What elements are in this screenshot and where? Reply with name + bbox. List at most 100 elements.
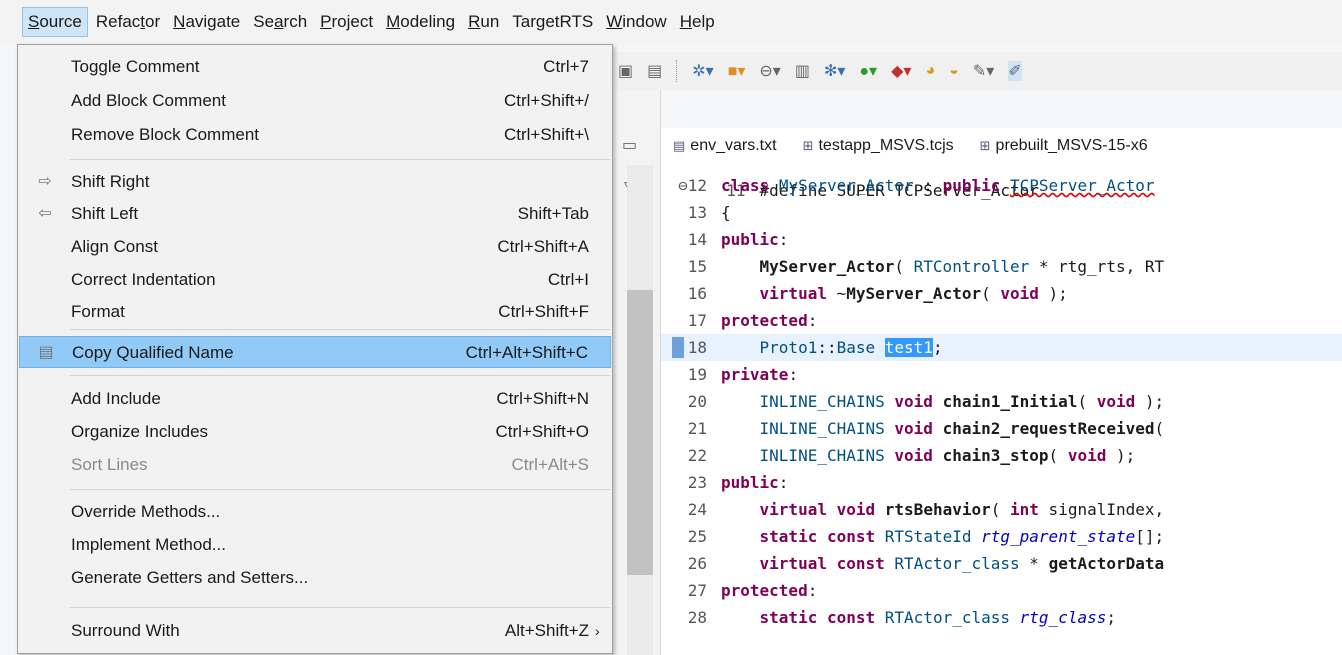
editor-tab[interactable]: ▤ env_vars.txt <box>661 137 791 155</box>
menu-item-label: Align Const <box>71 237 158 256</box>
menu-item-label: Remove Block Comment <box>71 125 260 144</box>
menu-item-generate-getters-and-setters[interactable]: Generate Getters and Setters... <box>19 562 611 594</box>
menu-item-shift-left[interactable]: ⇦ Shift Left Shift+Tab <box>19 198 611 230</box>
tcjs-file-icon: ⊞ <box>979 138 991 153</box>
code-text: MyServer_Actor( RTController * rtg_rts, … <box>759 257 1165 276</box>
editor-tab[interactable]: ⊞ prebuilt_MSVS-15-x6 <box>968 137 1162 155</box>
code-text: static const RTActor_class rtg_class; <box>759 608 1116 627</box>
code-line[interactable]: 22 INLINE_CHAINS void chain3_stop( void … <box>661 442 1342 469</box>
highlight-icon[interactable]: ✐ <box>1008 61 1022 81</box>
code-text: virtual const RTActor_class * getActorDa… <box>759 554 1165 573</box>
code-text: INLINE_CHAINS void chain1_Initial( void … <box>759 392 1165 411</box>
code-line[interactable]: 27 protected: <box>661 577 1342 604</box>
menu-item-label: Implement Method... <box>71 535 226 554</box>
menu-item-implement-method[interactable]: Implement Method... <box>19 529 611 561</box>
menubar-item-source[interactable]: Source <box>22 7 88 37</box>
line-number: 24 <box>687 500 707 519</box>
code-text: INLINE_CHAINS void chain3_stop( void ); <box>759 446 1136 465</box>
document-icon[interactable]: ▥ <box>795 61 810 81</box>
code-line[interactable]: 28 static const RTActor_class rtg_class; <box>661 604 1342 631</box>
code-line[interactable]: 20 INLINE_CHAINS void chain1_Initial( vo… <box>661 388 1342 415</box>
debug-icon[interactable]: ✲▾ <box>692 61 713 81</box>
line-number: 27 <box>687 581 707 600</box>
menu-item-shortcut <box>359 562 611 594</box>
code-line[interactable]: ⊖12 class MyServer_Actor : public TCPServ… <box>661 172 1342 199</box>
external-tools-icon[interactable]: ◆▾ <box>891 61 911 81</box>
menu-item-shortcut: Ctrl+Shift+/ <box>503 91 589 110</box>
menu-item-shortcut: Ctrl+I <box>547 270 589 289</box>
menu-item-shift-right[interactable]: ⇨ Shift Right <box>19 166 611 198</box>
build-icon[interactable]: ■▾ <box>728 61 746 81</box>
menu-item-toggle-comment[interactable]: Toggle Comment Ctrl+7 <box>19 51 611 83</box>
code-editor[interactable]: 11 #define SUPER TCPServer_Actor ⊖12 class… <box>661 164 1342 655</box>
code-line[interactable]: 26 virtual const RTActor_class * getActo… <box>661 550 1342 577</box>
menubar-item-help[interactable]: Help <box>675 7 720 37</box>
menu-item-organize-includes[interactable]: Organize Includes Ctrl+Shift+O <box>19 416 611 448</box>
code-text: class MyServer_Actor : public TCPServer_… <box>721 176 1155 195</box>
code-text: protected: <box>721 311 818 330</box>
code-line[interactable]: 14 public: <box>661 226 1342 253</box>
menu-item-format[interactable]: Format Ctrl+Shift+F <box>19 296 611 328</box>
menu-separator <box>70 375 610 376</box>
code-line[interactable]: 18 Proto1::Base test1; <box>661 334 1342 361</box>
menu-item-label: Add Include <box>71 389 161 408</box>
menubar-item-project[interactable]: Project <box>315 7 378 37</box>
menu-item-surround-with[interactable]: Surround With Alt+Shift+Z › <box>19 615 611 647</box>
code-text: static const RTStateId rtg_parent_state[… <box>759 527 1165 546</box>
menubar-item-window[interactable]: Window <box>601 7 671 37</box>
save-icon[interactable]: ▤ <box>647 61 662 81</box>
menu-item-shortcut: Ctrl+Alt+S <box>511 455 589 474</box>
menu-separator <box>70 607 610 608</box>
code-line[interactable]: 21 INLINE_CHAINS void chain2_requestRece… <box>661 415 1342 442</box>
menu-item-align-const[interactable]: Align Const Ctrl+Shift+A <box>19 231 611 263</box>
line-number: 19 <box>687 365 707 384</box>
scrollbar-thumb[interactable] <box>627 290 653 575</box>
editor-tab-label: env_vars.txt <box>690 137 777 154</box>
menu-item-label: Generate Getters and Setters... <box>71 568 309 587</box>
main-toolbar: ▣ ▤ ✲▾ ■▾ ⊖▾ ▥ ✻▾ ●▾ ◆▾ ◕ ◒ ✎▾ ✐ <box>612 52 1342 90</box>
menu-item-shortcut <box>359 496 611 528</box>
editor-tab[interactable]: ⊞ testapp_MSVS.tcjs <box>791 137 968 155</box>
menu-item-add-include[interactable]: Add Include Ctrl+Shift+N <box>19 383 611 415</box>
code-line[interactable]: 23 public: <box>661 469 1342 496</box>
code-line[interactable]: 24 virtual void rtsBehavior( int signalI… <box>661 496 1342 523</box>
menu-item-label: Toggle Comment <box>71 57 200 76</box>
paste-icon[interactable]: ▣ <box>618 61 633 81</box>
menu-item-shortcut <box>359 166 611 198</box>
menubar-item-run[interactable]: Run <box>463 7 504 37</box>
line-number: 23 <box>687 473 707 492</box>
minimize-icon[interactable]: ▭ <box>622 135 637 155</box>
code-line[interactable]: 19 private: <box>661 361 1342 388</box>
code-line[interactable]: 13 { <box>661 199 1342 226</box>
menubar-item-modeling[interactable]: Modeling <box>381 7 460 37</box>
menubar-item-targetrts[interactable]: TargetRTS <box>507 7 598 37</box>
code-line[interactable]: 25 static const RTStateId rtg_parent_sta… <box>661 523 1342 550</box>
menu-item-sort-lines[interactable]: Sort Lines Ctrl+Alt+S <box>19 449 611 481</box>
line-number: 17 <box>687 311 707 330</box>
pen-icon[interactable]: ✎▾ <box>973 61 994 81</box>
line-number: ⊖12 <box>678 176 707 195</box>
menubar-item-navigate[interactable]: Navigate <box>168 7 245 37</box>
menu-item-copy-qualified-name[interactable]: ▤ Copy Qualified Name Ctrl+Alt+Shift+C <box>19 336 611 368</box>
menu-item-correct-indentation[interactable]: Correct Indentation Ctrl+I <box>19 264 611 296</box>
code-line[interactable]: 16 virtual ~MyServer_Actor( void ); <box>661 280 1342 307</box>
menu-item-override-methods[interactable]: Override Methods... <box>19 496 611 528</box>
run-icon[interactable]: ●▾ <box>859 61 877 81</box>
open-folder-icon[interactable]: ◒ <box>949 62 959 80</box>
code-text: virtual ~MyServer_Actor( void ); <box>759 284 1068 303</box>
code-text: { <box>721 203 731 222</box>
menubar-item-refactor[interactable]: Refactor <box>91 7 165 37</box>
menu-item-add-block-comment[interactable]: Add Block Comment Ctrl+Shift+/ <box>19 85 611 117</box>
menu-item-shortcut: Alt+Shift+Z <box>504 621 589 640</box>
code-line[interactable]: 17 protected: <box>661 307 1342 334</box>
menu-item-remove-block-comment[interactable]: Remove Block Comment Ctrl+Shift+\ <box>19 119 611 151</box>
menu-separator <box>70 329 610 330</box>
menu-item-label: Organize Includes <box>71 422 209 441</box>
new-project-icon[interactable]: ◕ <box>925 62 935 80</box>
gear-icon[interactable]: ✻▾ <box>824 61 845 81</box>
code-text: public: <box>721 230 789 249</box>
link-icon[interactable]: ⊖▾ <box>759 61 780 81</box>
code-line[interactable]: 15 MyServer_Actor( RTController * rtg_rt… <box>661 253 1342 280</box>
menu-item-shortcut: Ctrl+Shift+O <box>495 422 589 441</box>
menubar-item-search[interactable]: Search <box>248 7 312 37</box>
